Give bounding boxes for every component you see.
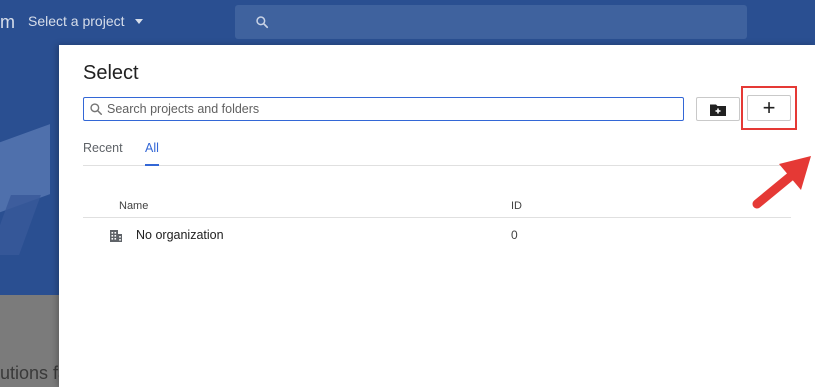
page-heading-fragment: utions fa — [0, 363, 69, 383]
dialog-tabs: Recent All — [83, 141, 791, 166]
plus-icon: + — [762, 95, 776, 120]
new-project-button[interactable]: + — [747, 95, 791, 121]
header-search-bar[interactable] — [235, 5, 747, 39]
search-input[interactable] — [107, 100, 677, 118]
building-icon — [110, 230, 122, 242]
organization-name[interactable]: No organization — [136, 228, 224, 242]
tab-recent[interactable]: Recent — [83, 141, 123, 166]
tab-all[interactable]: All — [145, 141, 159, 166]
search-icon — [90, 103, 103, 116]
dialog-title: Select — [83, 62, 139, 84]
select-project-dialog: Select + Recent All Name ID — [59, 45, 815, 387]
project-search-field[interactable] — [83, 97, 684, 121]
pointer-arrow-annotation — [752, 156, 811, 209]
project-selector[interactable]: Select a project — [28, 13, 143, 29]
new-folder-button[interactable] — [696, 97, 740, 121]
brand-name: m — [0, 12, 15, 32]
app-header: m Select a project — [0, 0, 815, 45]
table-row[interactable]: No organization 0 — [83, 218, 791, 252]
column-header-name[interactable]: Name — [119, 200, 148, 212]
project-selector-label: Select a project — [28, 13, 125, 29]
search-icon — [256, 16, 269, 29]
projects-table: Name ID No organization 0 — [83, 194, 791, 252]
organization-id: 0 — [511, 228, 518, 242]
column-header-id[interactable]: ID — [511, 200, 522, 212]
caret-down-icon — [134, 18, 143, 24]
create-folder-icon — [710, 104, 726, 116]
table-header: Name ID — [83, 194, 791, 218]
